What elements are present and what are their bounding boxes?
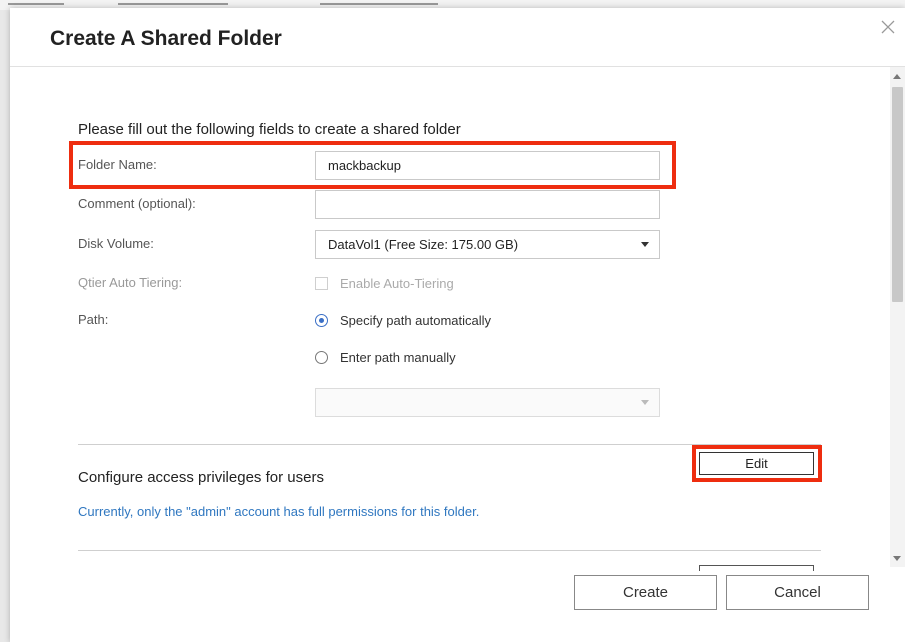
privileges-heading: Configure access privileges for users [78, 469, 324, 486]
auto-tiering-checkbox[interactable] [315, 277, 328, 290]
scroll-up-icon[interactable] [893, 74, 901, 79]
path-auto-label: Specify path automatically [340, 313, 492, 328]
form-heading: Please fill out the following fields to … [78, 121, 461, 138]
close-icon[interactable] [878, 17, 898, 37]
disk-volume-label: Disk Volume: [78, 236, 154, 251]
background-tab-line [8, 3, 64, 5]
path-auto-radio[interactable] [315, 314, 328, 327]
section-divider [78, 444, 821, 445]
folder-name-label: Folder Name: [78, 157, 157, 172]
path-manual-option[interactable]: Enter path manually [315, 350, 456, 365]
path-label: Path: [78, 312, 109, 327]
manual-path-select[interactable] [315, 388, 660, 417]
privileges-info: Currently, only the "admin" account has … [78, 504, 480, 519]
background-tab-line [320, 3, 438, 5]
dialog-content: Please fill out the following fields to … [10, 67, 905, 567]
create-button[interactable]: Create [574, 575, 717, 610]
disk-volume-select[interactable]: DataVol1 (Free Size: 175.00 GB) [315, 230, 660, 259]
path-manual-label: Enter path manually [340, 350, 456, 365]
comment-label: Comment (optional): [78, 196, 196, 211]
comment-input[interactable] [315, 190, 660, 219]
cancel-button[interactable]: Cancel [726, 575, 869, 610]
scroll-down-icon[interactable] [893, 556, 901, 561]
auto-tiering-label: Enable Auto-Tiering [340, 276, 454, 291]
create-shared-folder-dialog: Create A Shared Folder Please fill out t… [10, 8, 905, 642]
disk-volume-value: DataVol1 (Free Size: 175.00 GB) [328, 237, 519, 252]
dialog-title: Create A Shared Folder [50, 27, 282, 50]
chevron-down-icon [641, 242, 649, 247]
path-manual-radio[interactable] [315, 351, 328, 364]
dialog-scrollbar[interactable] [890, 67, 905, 567]
qtier-label: Qtier Auto Tiering: [78, 275, 183, 290]
section-divider [78, 550, 821, 551]
edit-privileges-button[interactable]: Edit [699, 452, 814, 475]
path-auto-option[interactable]: Specify path automatically [315, 313, 491, 328]
auto-tiering-option[interactable]: Enable Auto-Tiering [315, 276, 454, 291]
partially-hidden-button[interactable] [699, 565, 814, 571]
scrollbar-thumb[interactable] [892, 87, 903, 302]
background-tab-line [118, 3, 228, 5]
folder-name-input[interactable]: mackbackup [315, 151, 660, 180]
chevron-down-icon [641, 400, 649, 405]
